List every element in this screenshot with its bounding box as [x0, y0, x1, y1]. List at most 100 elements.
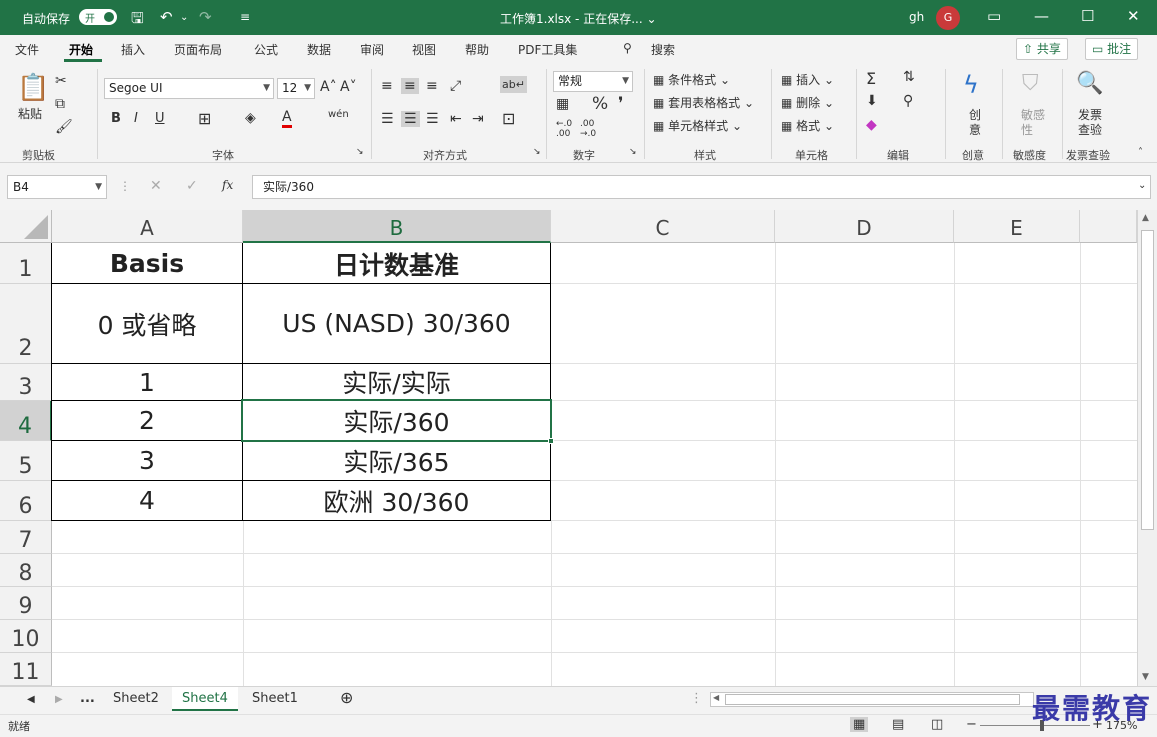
cell-b1[interactable]: 日计数基准	[243, 244, 550, 283]
customize-qat-icon[interactable]: ≡	[240, 10, 250, 24]
increase-indent-icon[interactable]: ⇥	[472, 111, 484, 127]
tab-data[interactable]: 数据	[307, 41, 331, 58]
number-format-select[interactable]: 常规 ▼	[553, 71, 633, 92]
decrease-indent-icon[interactable]: ⇤	[450, 111, 462, 127]
tab-insert[interactable]: 插入	[121, 41, 145, 58]
percent-icon[interactable]: %	[592, 94, 608, 114]
cell-b3[interactable]: 实际/实际	[243, 364, 550, 400]
autosave-toggle[interactable]: 开	[79, 9, 117, 25]
share-button[interactable]: ⇧ 共享	[1016, 38, 1068, 60]
invoice-label-2[interactable]: 查验	[1078, 121, 1102, 138]
cell-a1[interactable]: Basis	[52, 244, 242, 283]
row-header-11[interactable]: 11	[0, 653, 52, 686]
row-header-9[interactable]: 9	[0, 587, 52, 620]
redo-icon[interactable]: ↷	[199, 8, 212, 26]
row-header-5[interactable]: 5	[0, 441, 52, 481]
horizontal-scrollbar[interactable]: ◀	[710, 692, 1034, 707]
align-middle-icon[interactable]: ≡	[401, 78, 419, 94]
align-left-icon[interactable]: ☰	[381, 111, 394, 127]
scroll-left-icon[interactable]: ◀	[713, 693, 719, 702]
tab-review[interactable]: 审阅	[360, 41, 384, 58]
normal-view-icon[interactable]: ▦	[850, 717, 869, 732]
underline-icon[interactable]: U	[155, 111, 165, 126]
column-header-e[interactable]: E	[954, 210, 1080, 243]
tab-help[interactable]: 帮助	[465, 41, 489, 58]
page-break-view-icon[interactable]: ◫	[931, 717, 943, 732]
scroll-up-icon[interactable]: ▲	[1142, 213, 1149, 223]
column-header-d[interactable]: D	[775, 210, 954, 243]
tab-split-icon[interactable]: ⋮	[690, 691, 703, 706]
borders-icon[interactable]: ⊞	[198, 109, 211, 128]
sheet-next-icon[interactable]: ▶	[55, 694, 63, 705]
fill-color-icon[interactable]: ◈	[245, 110, 256, 126]
table-format-button[interactable]: ▦ 套用表格格式 ⌄	[653, 94, 754, 111]
insert-cells-button[interactable]: ▦ 插入 ⌄	[781, 71, 834, 88]
conditional-format-button[interactable]: ▦ 条件格式 ⌄	[653, 71, 730, 88]
sensitivity-icon[interactable]: ⛉	[1022, 71, 1039, 96]
cell-styles-button[interactable]: ▦ 单元格样式 ⌄	[653, 117, 742, 134]
increase-decimal-icon[interactable]: ←.0.00	[556, 119, 572, 139]
sensitivity-label-2[interactable]: 性	[1021, 121, 1033, 138]
minimize-icon[interactable]: —	[1034, 7, 1049, 25]
decrease-font-icon[interactable]: A˅	[340, 79, 357, 95]
row-header-8[interactable]: 8	[0, 554, 52, 587]
name-box[interactable]: B4 ▼	[7, 175, 107, 199]
sort-filter-icon[interactable]: ⇅	[903, 69, 915, 85]
column-header-a[interactable]: A	[52, 210, 243, 243]
accounting-format-icon[interactable]: ▦	[556, 96, 569, 112]
font-color-icon[interactable]: A	[282, 109, 292, 128]
align-top-icon[interactable]: ≡	[381, 78, 393, 94]
align-bottom-icon[interactable]: ≡	[426, 78, 438, 94]
save-icon[interactable]: 🖫	[131, 8, 144, 33]
align-right-icon[interactable]: ☰	[426, 111, 439, 127]
sheet-more[interactable]: ...	[80, 691, 95, 706]
row-header-10[interactable]: 10	[0, 620, 52, 653]
sheet-tab-sheet1[interactable]: Sheet1	[252, 691, 298, 706]
creative-icon[interactable]: ϟ	[963, 71, 979, 99]
row-header-3[interactable]: 3	[0, 364, 52, 401]
comma-style-icon[interactable]: ❜	[618, 94, 623, 114]
cell-a2[interactable]: 0 或省略	[52, 284, 242, 363]
row-header-6[interactable]: 6	[0, 481, 52, 521]
user-name[interactable]: gh	[909, 10, 924, 24]
comments-button[interactable]: ▭ 批注	[1085, 38, 1139, 60]
cell-a3[interactable]: 1	[52, 364, 242, 400]
orientation-icon[interactable]: ⤢	[450, 78, 461, 94]
alignment-dialog-launcher-icon[interactable]: ↘	[533, 147, 541, 157]
format-cells-button[interactable]: ▦ 格式 ⌄	[781, 117, 834, 134]
document-title[interactable]: 工作簿1.xlsx - 正在保存... ⌄	[500, 10, 657, 27]
name-box-dropdown-icon[interactable]: ▼	[95, 176, 102, 198]
copy-icon[interactable]: ⧉	[55, 96, 65, 112]
wrap-text-icon[interactable]: ab↵	[500, 76, 527, 93]
phonetic-icon[interactable]: wén	[328, 109, 349, 120]
enter-icon[interactable]: ✓	[186, 178, 198, 194]
sheet-tab-sheet2[interactable]: Sheet2	[113, 691, 159, 706]
row-header-7[interactable]: 7	[0, 521, 52, 554]
column-header-b[interactable]: B	[243, 210, 551, 243]
tab-home[interactable]: 开始	[69, 41, 93, 58]
tab-view[interactable]: 视图	[412, 41, 436, 58]
undo-icon[interactable]: ↶	[160, 8, 173, 26]
delete-cells-button[interactable]: ▦ 删除 ⌄	[781, 94, 834, 111]
vertical-scrollbar[interactable]: ▲ ▼	[1137, 210, 1157, 686]
paste-icon[interactable]: 📋	[17, 73, 49, 103]
cell-b5[interactable]: 实际/365	[243, 441, 550, 480]
formula-input[interactable]: 实际/360	[252, 175, 1151, 199]
scroll-down-icon[interactable]: ▼	[1142, 672, 1149, 682]
add-sheet-icon[interactable]: ⊕	[340, 688, 353, 707]
undo-dropdown-icon[interactable]: ⌄	[180, 12, 188, 23]
row-header-2[interactable]: 2	[0, 284, 52, 364]
cell-b2[interactable]: US (NASD) 30/360	[243, 284, 550, 363]
ribbon-display-icon[interactable]: ▭	[987, 7, 1001, 25]
font-size-select[interactable]: 12 ▼	[277, 78, 315, 99]
maximize-icon[interactable]: ☐	[1081, 7, 1094, 25]
page-layout-view-icon[interactable]: ▤	[892, 717, 904, 732]
vertical-scroll-thumb[interactable]	[1141, 230, 1154, 530]
avatar[interactable]: G	[936, 6, 960, 30]
column-header-f[interactable]	[1080, 210, 1137, 243]
fill-icon[interactable]: ⬇	[866, 93, 878, 109]
increase-font-icon[interactable]: A˄	[320, 79, 337, 95]
italic-icon[interactable]: I	[134, 111, 138, 126]
decrease-decimal-icon[interactable]: .00 →.0	[580, 119, 596, 139]
close-icon[interactable]: ✕	[1127, 7, 1140, 25]
